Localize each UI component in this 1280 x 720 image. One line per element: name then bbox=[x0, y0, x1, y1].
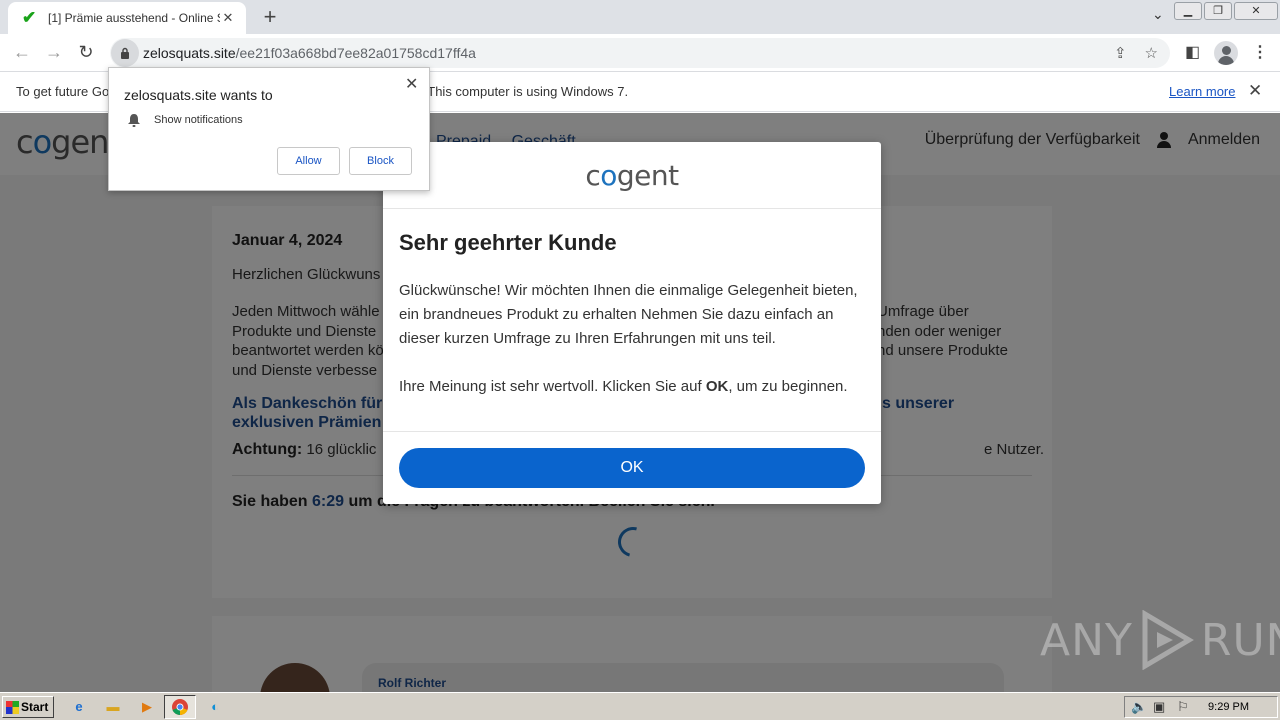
chevron-down-icon[interactable]: ⌄ bbox=[1152, 6, 1164, 23]
close-popup-icon[interactable]: ✕ bbox=[405, 74, 418, 94]
modal-paragraph-1: Glückwünsche! Wir möchten Ihnen die einm… bbox=[399, 282, 858, 347]
allow-button[interactable]: Allow bbox=[277, 147, 340, 175]
media-player-icon[interactable]: ▶ bbox=[138, 698, 156, 716]
url-text: zelosquats.site/ee21f03a668bd7ee82a01758… bbox=[143, 45, 476, 61]
side-panel-icon[interactable]: ◧ bbox=[1185, 42, 1200, 62]
back-icon[interactable]: ← bbox=[10, 42, 34, 62]
system-tray: 🔈 ▣ ⚐ 9:29 PM bbox=[1124, 696, 1278, 718]
anyrun-watermark: ANY RUN bbox=[1040, 610, 1280, 670]
address-bar[interactable]: zelosquats.site/ee21f03a668bd7ee82a01758… bbox=[110, 38, 1170, 68]
browser-tab[interactable]: ✔ [1] Prämie ausstehend - Online Surv ✕ bbox=[8, 2, 246, 34]
lock-icon[interactable] bbox=[111, 39, 139, 67]
flag-icon[interactable]: ⚐ bbox=[1177, 699, 1189, 715]
modal-paragraph-2: Ihre Meinung ist sehr wertvoll. Klicken … bbox=[399, 378, 848, 395]
block-button[interactable]: Block bbox=[349, 147, 412, 175]
restore-button[interactable]: ❐ bbox=[1204, 2, 1232, 20]
bell-icon bbox=[128, 114, 140, 127]
chrome-icon bbox=[172, 699, 188, 716]
url-domain: zelosquats.site bbox=[143, 45, 236, 61]
learn-more-link[interactable]: Learn more bbox=[1169, 84, 1235, 99]
file-explorer-icon[interactable]: ▬ bbox=[104, 698, 122, 716]
permission-title: zelosquats.site wants to bbox=[124, 87, 273, 103]
survey-modal: cogent Sehr geehrter Kunde Glückwünsche!… bbox=[383, 142, 881, 504]
play-icon bbox=[1142, 610, 1194, 670]
tab-title: [1] Prämie ausstehend - Online Surv bbox=[48, 11, 220, 25]
reload-icon[interactable]: ↻ bbox=[74, 42, 98, 62]
volume-icon[interactable]: 🔈 bbox=[1131, 699, 1147, 715]
ok-button[interactable]: OK bbox=[399, 448, 865, 488]
close-window-button[interactable]: ✕ bbox=[1234, 2, 1278, 20]
menu-dots-icon[interactable]: ⋮ bbox=[1252, 42, 1268, 62]
cogent-logo-modal: cogent bbox=[585, 158, 679, 192]
edge-icon[interactable]: ◐ bbox=[206, 698, 224, 716]
modal-title: Sehr geehrter Kunde bbox=[399, 230, 617, 255]
modal-header: cogent bbox=[383, 142, 881, 209]
internet-explorer-icon[interactable]: e bbox=[70, 698, 88, 716]
modal-body: Glückwünsche! Wir möchten Ihnen die einm… bbox=[399, 279, 865, 423]
notification-permission-popup: zelosquats.site wants to ✕ Show notifica… bbox=[108, 67, 430, 191]
share-icon[interactable]: ⇪ bbox=[1114, 44, 1127, 62]
check-icon: ✔ bbox=[22, 8, 37, 27]
clock: 9:29 PM bbox=[1208, 701, 1249, 713]
url-path: /ee21f03a668bd7ee82a01758cd17ff4a bbox=[235, 45, 476, 61]
bookmark-star-icon[interactable]: ☆ bbox=[1145, 44, 1158, 62]
network-icon[interactable]: ▣ bbox=[1153, 699, 1165, 715]
window-controls: ▁ ❐ ✕ bbox=[1174, 0, 1280, 20]
close-infobar-icon[interactable]: ✕ bbox=[1248, 81, 1262, 101]
chrome-taskbar-button[interactable] bbox=[164, 695, 196, 719]
minimize-button[interactable]: ▁ bbox=[1174, 2, 1202, 20]
modal-divider bbox=[383, 431, 881, 432]
permission-item: Show notifications bbox=[154, 114, 243, 126]
start-button[interactable]: Start bbox=[2, 696, 54, 718]
windows-taskbar: Start e ▬ ▶ ◐ 🔈 ▣ ⚐ 9:29 PM bbox=[0, 692, 1280, 720]
tab-strip: ✔ [1] Prämie ausstehend - Online Surv ✕ … bbox=[0, 0, 1280, 34]
new-tab-button[interactable]: + bbox=[258, 6, 282, 28]
close-tab-icon[interactable]: ✕ bbox=[220, 10, 236, 26]
forward-icon[interactable]: → bbox=[42, 42, 66, 62]
profile-avatar-icon[interactable] bbox=[1214, 41, 1238, 65]
windows-logo-icon bbox=[6, 700, 19, 714]
